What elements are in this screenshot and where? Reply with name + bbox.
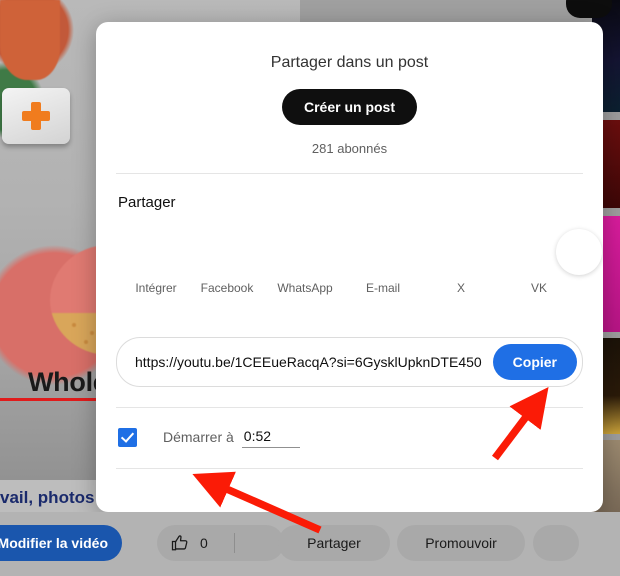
- promote-button[interactable]: Promouvoir: [397, 525, 525, 561]
- share-target-x[interactable]: X: [457, 281, 465, 295]
- like-dislike-divider: [234, 533, 235, 553]
- share-target-embed[interactable]: Intégrer: [135, 281, 176, 295]
- start-at-time-input[interactable]: [241, 426, 300, 448]
- like-count: 0: [200, 535, 208, 551]
- share-target-whatsapp[interactable]: WhatsApp: [277, 281, 332, 295]
- share-target-facebook[interactable]: Facebook: [201, 281, 254, 295]
- screen-root: Whole vail, photos Partager dans un post…: [0, 0, 620, 576]
- thumbs-up-icon: [171, 534, 189, 552]
- create-post-row: Créer un post: [96, 89, 603, 125]
- share-url-input[interactable]: [117, 354, 493, 370]
- puzzle-piece-icon: [0, 0, 60, 80]
- divider-bottom: [116, 468, 583, 469]
- like-button[interactable]: 0: [157, 525, 284, 561]
- start-at-row: Démarrer à: [118, 426, 603, 448]
- create-post-button[interactable]: Créer un post: [281, 89, 417, 125]
- start-at-checkbox[interactable]: [118, 427, 137, 447]
- keyboard-key-graphic: [2, 88, 70, 144]
- video-action-bar: Modifier la vidéo 0 Partager Promouvoir: [0, 512, 620, 576]
- dialog-title: Partager dans un post: [270, 54, 429, 71]
- more-actions-button[interactable]: [533, 525, 579, 561]
- video-description-text: vail, photos: [0, 488, 95, 507]
- share-target-vk[interactable]: VK: [531, 281, 547, 295]
- share-section-label: Partager: [118, 194, 176, 211]
- top-overlay-pill[interactable]: [566, 0, 612, 18]
- start-at-label: Démarrer à: [163, 429, 234, 445]
- share-targets-row: Intégrer Facebook WhatsApp E-mail X VK: [96, 221, 603, 321]
- share-target-email[interactable]: E-mail: [366, 281, 400, 295]
- share-button[interactable]: Partager: [278, 525, 390, 561]
- share-url-row: Copier: [116, 337, 583, 387]
- share-more-button[interactable]: [556, 229, 602, 275]
- edit-video-button[interactable]: Modifier la vidéo: [0, 525, 122, 561]
- copy-button[interactable]: Copier: [492, 344, 577, 380]
- plus-symbol-icon: [22, 102, 50, 130]
- divider-middle: [116, 407, 583, 408]
- divider-top: [116, 173, 583, 174]
- subscriber-count: 281 abonnés: [311, 141, 388, 156]
- share-dialog: Partager dans un post Créer un post 281 …: [96, 22, 603, 512]
